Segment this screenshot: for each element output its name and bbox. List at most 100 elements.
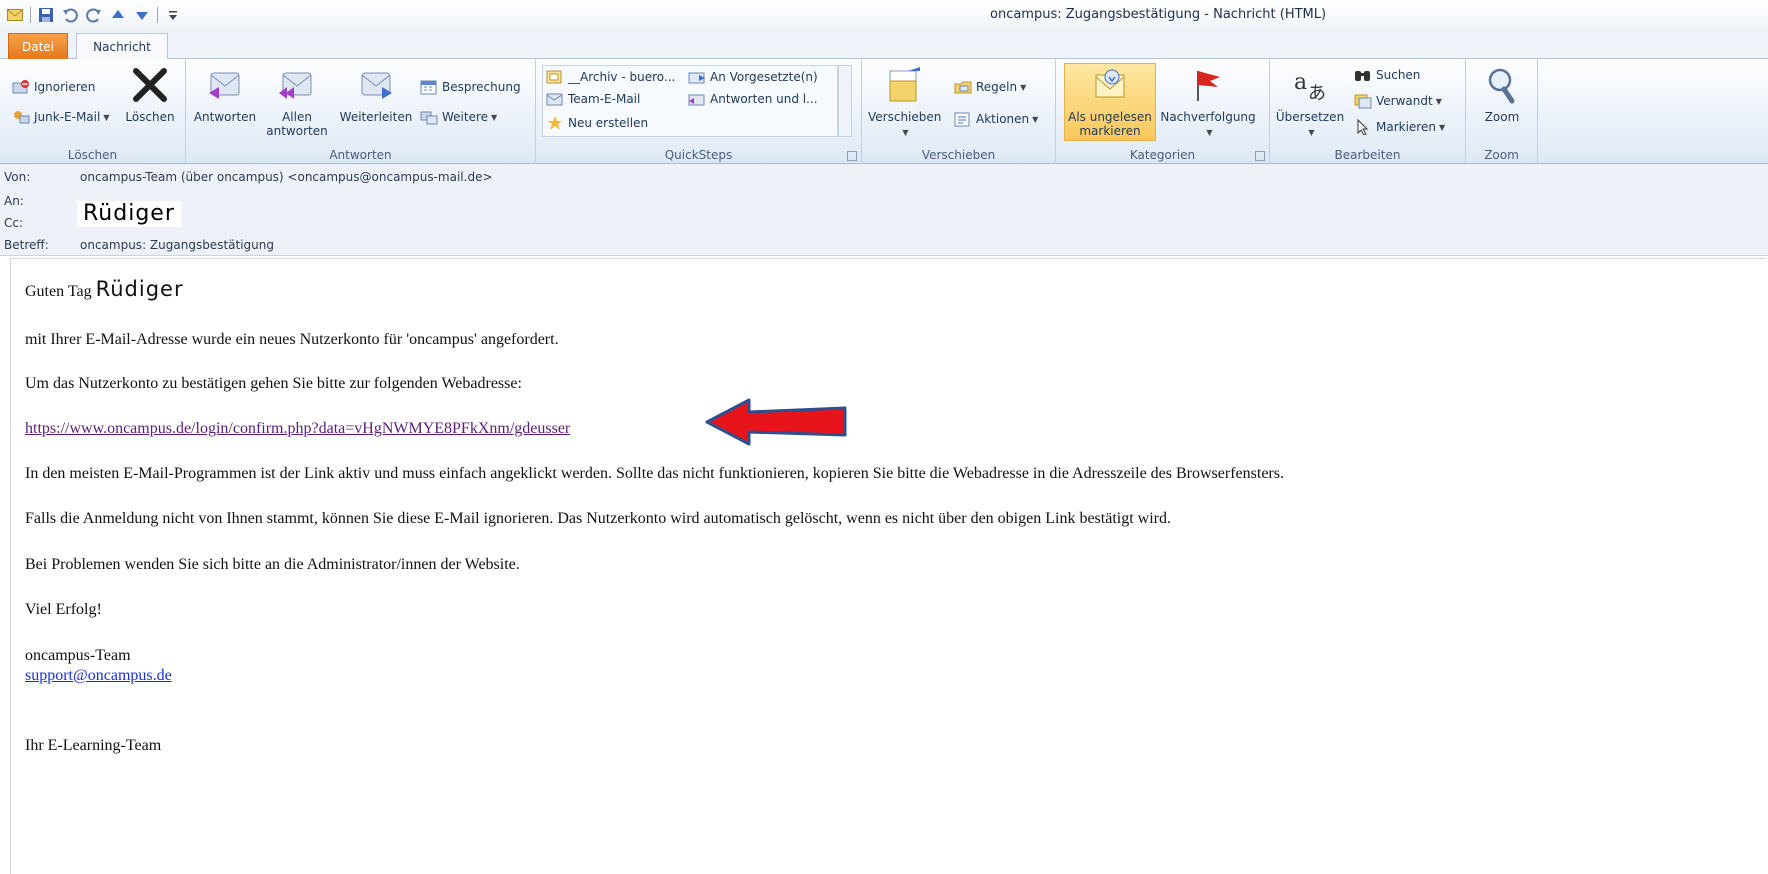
customize-icon[interactable] (164, 6, 182, 24)
select-icon (1354, 119, 1372, 135)
signature-elearning: Ihr E-Learning-Team (25, 737, 162, 754)
undo-icon[interactable] (61, 6, 79, 24)
rules-icon (954, 79, 972, 95)
confirm-link[interactable]: https://www.oncampus.de/login/confirm.ph… (25, 420, 570, 438)
rules-button[interactable]: Regeln ▼ (954, 79, 1026, 95)
to-row: An: (0, 194, 80, 208)
junk-button[interactable]: Junk-E-Mail ▼ (12, 109, 109, 125)
arrow-icon (705, 397, 850, 451)
redo-icon[interactable] (85, 6, 103, 24)
reply-label: Antworten (193, 110, 257, 124)
chevron-down-icon: ▼ (1206, 128, 1213, 137)
actions-icon (954, 111, 972, 127)
quicksteps-scrollbar[interactable] (838, 65, 852, 137)
team-email-label: Team-E-Mail (568, 92, 641, 106)
forward-icon (336, 65, 416, 108)
to-manager-label: An Vorgesetzte(n) (710, 70, 818, 84)
meeting-icon (420, 79, 438, 95)
reply-all-label-2: antworten (266, 124, 328, 138)
tab-file[interactable]: Datei (8, 33, 68, 59)
actions-label: Aktionen (976, 112, 1030, 126)
subject-value: oncampus: Zugangsbestätigung (80, 238, 274, 252)
related-label: Verwandt (1376, 94, 1433, 108)
down-icon[interactable] (133, 6, 151, 24)
zoom-icon (1470, 65, 1534, 108)
ignore-icon (12, 79, 30, 95)
svg-text:a: a (1294, 70, 1307, 95)
quickstep-to-manager[interactable]: An Vorgesetzte(n) (688, 69, 818, 85)
group-label: Antworten (329, 148, 392, 162)
related-button[interactable]: Verwandt ▼ (1354, 93, 1442, 109)
tab-message[interactable]: Nachricht (76, 33, 168, 60)
group-label: QuickSteps (664, 148, 733, 162)
greeting-text: Guten Tag (25, 283, 92, 300)
translate-button[interactable]: aあ Übersetzen ▼ (1274, 65, 1346, 140)
quick-access-toolbar (6, 6, 182, 24)
group-antworten: Antworten Allen antworten Weiterleiten B… (186, 59, 536, 164)
group-zoom: Zoom Zoom (1466, 59, 1538, 164)
subject-row: Betreff: oncampus: Zugangsbestätigung (0, 238, 274, 252)
meeting-button[interactable]: Besprechung (420, 79, 521, 95)
cc-row: Cc: (0, 216, 80, 230)
mail-icon (6, 6, 24, 24)
title-bar: oncampus: Zugangsbestätigung - Nachricht… (0, 0, 1768, 30)
to-label: An: (4, 194, 24, 208)
followup-button[interactable]: Nachverfolgung ▼ (1156, 65, 1260, 140)
meeting-label: Besprechung (442, 80, 521, 94)
quickstep-reply-delete[interactable]: Antworten und l... (688, 91, 818, 107)
reply-button[interactable]: Antworten (190, 65, 260, 124)
find-button[interactable]: Suchen (1354, 67, 1420, 83)
chevron-down-icon: ▼ (1020, 82, 1027, 92)
mark-unread-button[interactable]: Als ungelesen markieren (1064, 65, 1156, 138)
followup-label: Nachverfolgung (1160, 110, 1256, 124)
quickstep-archive[interactable]: __Archiv - buero... (546, 69, 675, 85)
reply-delete-icon (688, 91, 706, 107)
window-title: oncampus: Zugangsbestätigung - Nachricht… (990, 7, 1327, 22)
quickstep-team-email[interactable]: Team-E-Mail (546, 91, 640, 107)
actions-button[interactable]: Aktionen ▼ (954, 111, 1038, 127)
unread-label-1: Als ungelesen (1068, 110, 1152, 124)
from-label: Von: (4, 170, 31, 184)
more-icon (420, 109, 438, 125)
unread-label-2: markieren (1079, 124, 1141, 138)
zoom-button[interactable]: Zoom (1470, 65, 1534, 124)
select-button[interactable]: Markieren ▼ (1354, 119, 1445, 135)
delete-button[interactable]: Löschen (120, 65, 180, 124)
support-email-link[interactable]: support@oncampus.de (25, 667, 172, 685)
archive-icon (546, 69, 564, 85)
junk-label: Junk-E-Mail (34, 110, 101, 124)
ribbon-tabs: Datei Nachricht (0, 30, 1768, 60)
chevron-down-icon: ▼ (491, 112, 498, 122)
new-quickstep-icon (546, 115, 564, 131)
paragraph-5: Bei Problemen wenden Sie sich bitte an d… (25, 556, 520, 573)
forward-label: Weiterleiten (339, 110, 413, 124)
forward-button[interactable]: Weiterleiten (336, 65, 416, 124)
to-manager-icon (688, 69, 706, 85)
more-button[interactable]: Weitere ▼ (420, 109, 497, 125)
reply-all-button[interactable]: Allen antworten (262, 65, 332, 138)
paragraph-2: Um das Nutzerkonto zu bestätigen gehen S… (25, 375, 522, 392)
quickstep-new[interactable]: Neu erstellen (546, 115, 648, 131)
group-label: Zoom (1484, 148, 1519, 162)
new-quickstep-label: Neu erstellen (568, 116, 649, 130)
move-label: Verschieben (868, 110, 942, 124)
move-button[interactable]: Verschieben ▼ (868, 65, 942, 140)
select-label: Markieren (1376, 120, 1436, 134)
up-icon[interactable] (109, 6, 127, 24)
save-icon[interactable] (37, 6, 55, 24)
group-bearbeiten: aあ Übersetzen ▼ Suchen Verwandt ▼ Markiere… (1270, 59, 1466, 164)
group-label: Bearbeiten (1334, 148, 1401, 162)
group-label: Löschen (67, 148, 118, 162)
from-value[interactable]: oncampus-Team (über oncampus) <oncampus@… (80, 170, 493, 184)
ignore-button[interactable]: Ignorieren (12, 79, 95, 95)
ignore-label: Ignorieren (34, 80, 96, 94)
more-label: Weitere (442, 110, 489, 124)
reply-all-icon (262, 65, 332, 108)
chevron-down-icon: ▼ (1032, 114, 1039, 124)
group-label: Kategorien (1129, 148, 1196, 162)
paragraph-3: In den meisten E-Mail-Programmen ist der… (25, 465, 1284, 482)
translate-icon: aあ (1274, 65, 1346, 108)
qat-separator (157, 7, 158, 23)
to-value[interactable]: Rüdiger (77, 201, 181, 227)
delete-icon (120, 65, 180, 108)
